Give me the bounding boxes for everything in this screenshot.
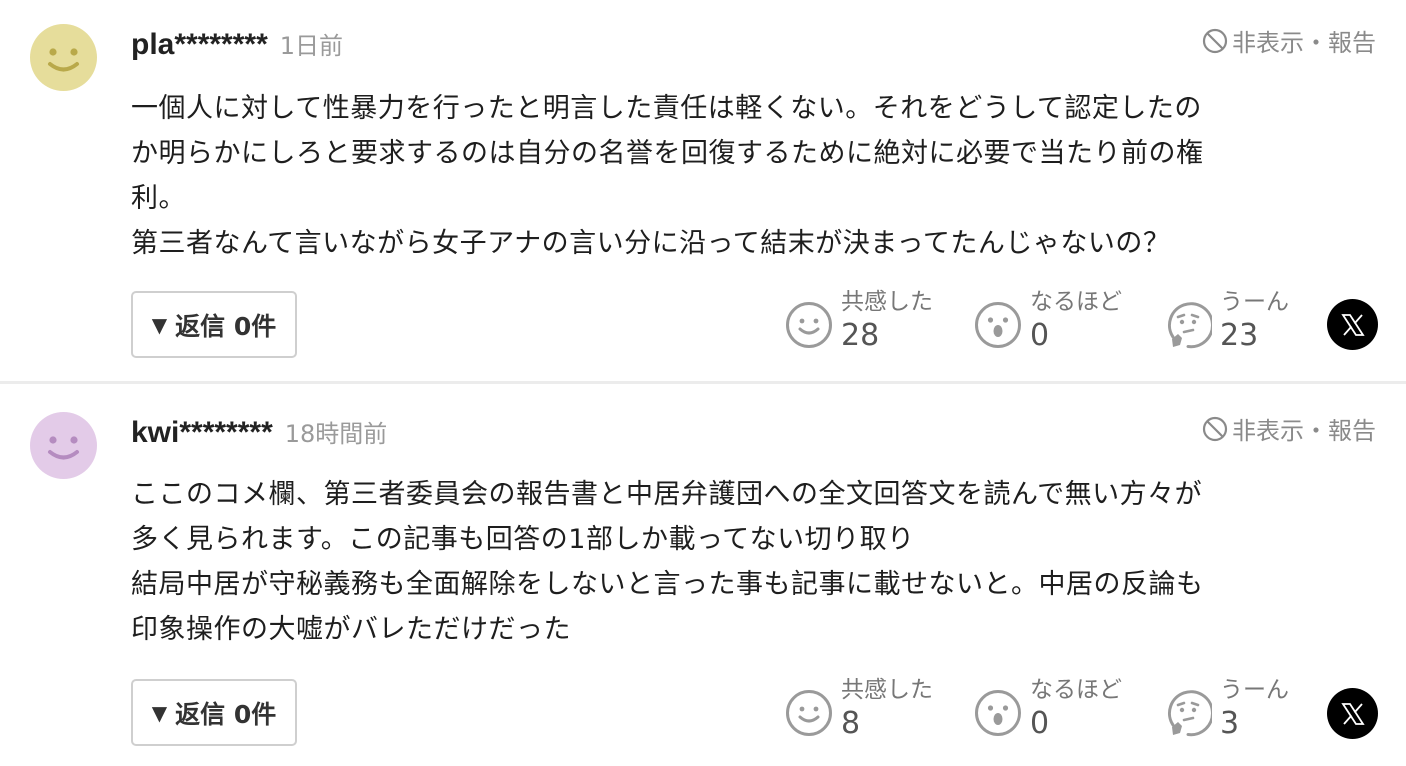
reaction-hmm-button[interactable]: うーん 23	[1164, 287, 1289, 355]
smiley-face-icon	[30, 412, 97, 479]
hide-report-link[interactable]: 非表示・報告	[1202, 411, 1376, 446]
comment-item: pla******** 1日前 非表示・報告 一個人に対して性暴力を行ったと明言…	[0, 0, 1406, 384]
reaction-count: 8	[841, 706, 861, 741]
smiley-face-icon	[30, 24, 97, 91]
comment-text: 一個人に対して性暴力を行ったと明言した責任は軽くない。それをどうして認定したの …	[131, 93, 1204, 259]
thinking-icon	[1164, 689, 1212, 737]
reaction-label: 共感した	[841, 677, 933, 703]
timestamp: 18時間前	[284, 420, 388, 448]
triangle-down-icon: ▼	[151, 312, 168, 337]
reaction-count: 28	[841, 318, 880, 353]
comment-header: kwi******** 18時間前	[131, 414, 387, 454]
surprised-icon	[974, 301, 1022, 349]
triangle-down-icon: ▼	[151, 700, 168, 725]
reaction-empathy-button[interactable]: 共感した 8	[785, 675, 933, 743]
prohibited-icon	[1202, 416, 1228, 441]
comment-header: pla******** 1日前	[131, 26, 343, 66]
reply-label: 返信 0件	[175, 311, 277, 341]
avatar	[30, 412, 97, 479]
comment-text: ここのコメ欄、第三者委員会の報告書と中居弁護団への全文回答文を読んで無い方々が …	[131, 479, 1204, 645]
reply-toggle-button[interactable]: ▼ 返信 0件	[131, 679, 297, 746]
reaction-insightful-button[interactable]: なるほど 0	[974, 287, 1122, 355]
reaction-count: 0	[1030, 706, 1050, 741]
reaction-count: 0	[1030, 318, 1050, 353]
reaction-count: 3	[1220, 706, 1240, 741]
x-share-button[interactable]	[1327, 688, 1378, 739]
x-logo-icon	[1340, 702, 1365, 725]
x-logo-icon	[1340, 313, 1365, 336]
reaction-label: なるほど	[1030, 677, 1122, 703]
thinking-icon	[1164, 301, 1212, 349]
smile-icon	[785, 689, 833, 737]
prohibited-icon	[1202, 28, 1228, 53]
reply-label: 返信 0件	[175, 699, 277, 729]
reaction-label: うーん	[1220, 677, 1289, 703]
reaction-empathy-button[interactable]: 共感した 28	[785, 287, 933, 355]
reaction-insightful-button[interactable]: なるほど 0	[974, 675, 1122, 743]
surprised-icon	[974, 689, 1022, 737]
hide-report-link[interactable]: 非表示・報告	[1202, 23, 1376, 58]
reaction-label: 共感した	[841, 289, 933, 315]
reaction-label: うーん	[1220, 289, 1289, 315]
reaction-count: 23	[1220, 318, 1259, 353]
username[interactable]: kwi********	[131, 416, 273, 450]
timestamp: 1日前	[279, 32, 344, 60]
username[interactable]: pla********	[131, 28, 268, 62]
smile-icon	[785, 301, 833, 349]
reply-toggle-button[interactable]: ▼ 返信 0件	[131, 291, 297, 358]
hide-report-label: 非表示・報告	[1232, 417, 1376, 445]
x-share-button[interactable]	[1327, 299, 1378, 350]
hide-report-label: 非表示・報告	[1232, 29, 1376, 57]
reaction-hmm-button[interactable]: うーん 3	[1164, 675, 1289, 743]
avatar	[30, 24, 97, 91]
reaction-label: なるほど	[1030, 289, 1122, 315]
comment-item: kwi******** 18時間前 非表示・報告 ここのコメ欄、第三者委員会の報…	[0, 383, 1406, 766]
